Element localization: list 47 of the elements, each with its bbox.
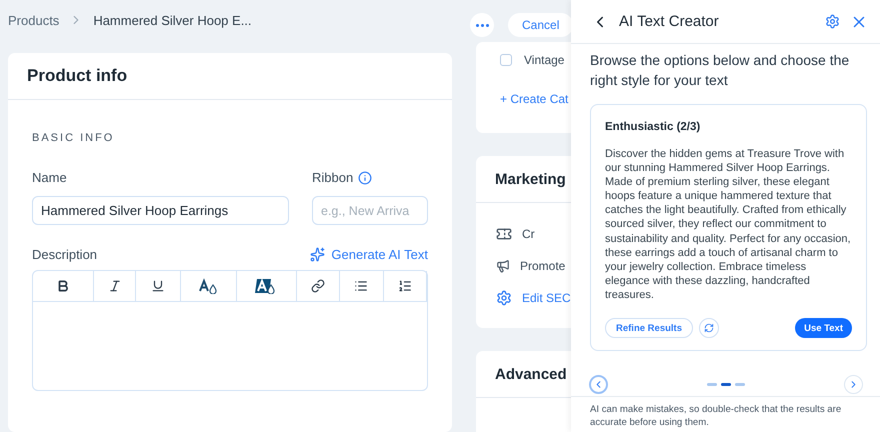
next-button[interactable] [844, 375, 863, 394]
sparkle-icon [310, 247, 326, 262]
refresh-icon [704, 323, 714, 334]
bold-icon [56, 279, 70, 293]
highlight-icon [255, 278, 278, 294]
section-label: BASIC INFO [32, 132, 116, 144]
megaphone-icon [496, 259, 510, 273]
settings-icon [825, 14, 840, 29]
link-icon [311, 279, 326, 293]
breadcrumb-link[interactable]: Products [8, 12, 60, 28]
field-label: Name [32, 170, 68, 185]
italic-icon [108, 279, 122, 293]
field-label: Ribbon [312, 170, 354, 185]
bulleted-list-icon [354, 279, 368, 293]
result-title: Enthusiastic (2/3) [605, 121, 702, 133]
intro-text: Browse the options below and choose the right style for your text [590, 51, 850, 90]
use-text-button[interactable]: Use Text [795, 318, 852, 338]
panel-title: AI Text Creator [619, 13, 720, 30]
underline-icon [151, 279, 166, 293]
cancel-button[interactable]: Cancel [508, 13, 571, 37]
breadcrumb-current: Hammered Silver Hoop E... [93, 12, 252, 28]
info-icon [358, 170, 372, 184]
field-label: Description [32, 247, 98, 262]
ticket-icon [496, 226, 512, 242]
card-title: Advanced [495, 366, 567, 382]
marketing-item[interactable]: Cr [476, 218, 571, 250]
checkbox[interactable] [500, 54, 512, 66]
text-color-icon [197, 278, 220, 294]
disclaimer-text: AI can make mistakes, so double-check that the results are accurate before using them. [590, 403, 842, 429]
generate-ai-text-link[interactable]: Generate AI Text [310, 247, 428, 262]
name-field[interactable]: Hammered Silver Hoop Earrings [32, 196, 289, 225]
marketing-item[interactable]: Edit SEC [476, 282, 571, 314]
page-indicator[interactable] [721, 383, 731, 386]
card-title: Product info [27, 66, 128, 86]
category-label: Vintage [524, 53, 564, 67]
regenerate-button[interactable] [699, 318, 719, 338]
more-button[interactable] [470, 13, 494, 37]
numbered-list-icon [398, 279, 412, 293]
card-title: Marketing [495, 170, 566, 188]
previous-button[interactable] [589, 375, 608, 394]
result-text: Discover the hidden gems at Treasure Trove with our stunning Hammered Silver Hoop Earrings. Made of premium sterling silver, these elegant hoops feature a unique hammered texture that catches the light beautifully. Crafted from ethically sourced silver, they reflect our commitment to sustainability and quality. Perfect for any occasion, these earrings add a touch of artisanal charm to your jewelry collection. Embrace timeless elegance with these dazzling, handcrafted treasures. [605, 147, 852, 302]
settings-button[interactable] [825, 14, 840, 29]
ribbon-field[interactable]: e.g., New Arriva [312, 196, 428, 225]
refine-results-button[interactable]: Refine Results [605, 318, 693, 338]
marketing-item[interactable]: Promote [476, 250, 571, 282]
create-category-link[interactable]: + Create Cat [500, 92, 568, 106]
gear-icon [496, 290, 512, 306]
